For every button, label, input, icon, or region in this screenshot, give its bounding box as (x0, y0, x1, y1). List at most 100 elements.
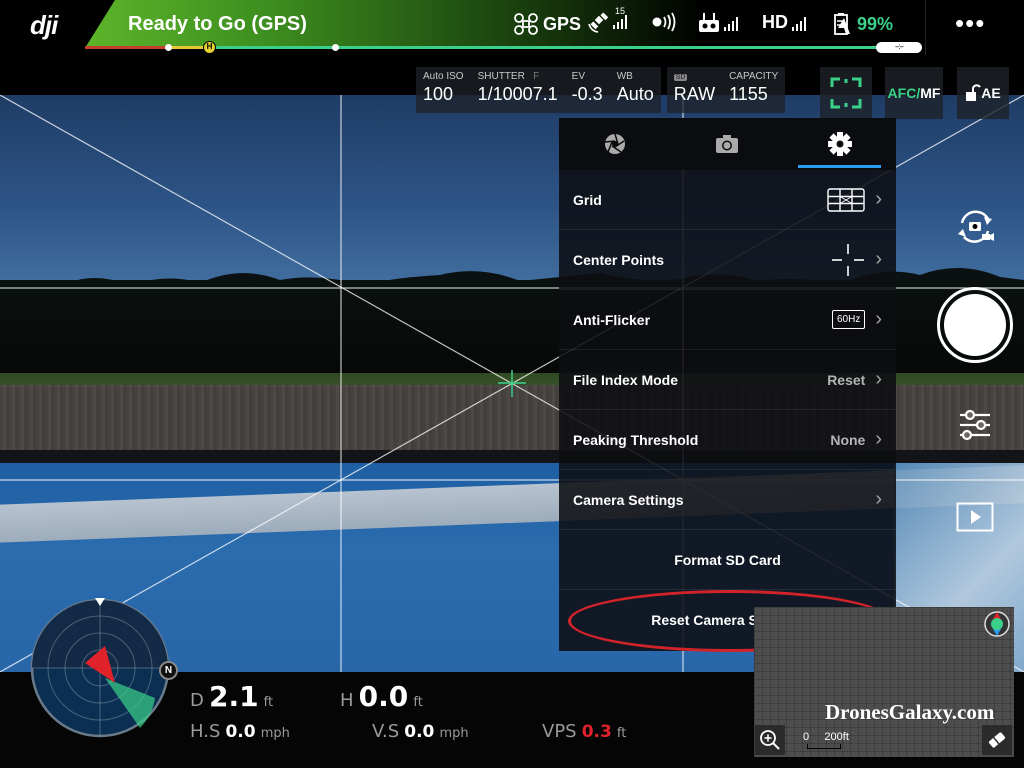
hd-signal-status[interactable]: HD (762, 12, 806, 33)
camera-settings-label: Camera Settings (573, 491, 684, 508)
satellite-icon (588, 12, 609, 33)
hd-label: HD (762, 12, 788, 32)
shutter-value: 1/10007.1 (477, 84, 558, 104)
north-indicator: N (159, 661, 178, 680)
gear-icon (827, 132, 852, 156)
scale-bar (807, 744, 841, 749)
satellite-count: 15 (615, 5, 626, 16)
dji-logo[interactable]: dji (30, 10, 58, 41)
format-sd-card-button[interactable]: Format SD Card (559, 530, 896, 590)
tab-settings[interactable] (784, 118, 896, 170)
aperture-icon (605, 133, 626, 154)
battery-status[interactable]: 99% (833, 12, 893, 36)
setting-row-file-index-mode[interactable]: File Index Mode Reset › (559, 350, 896, 410)
shutter-param[interactable]: SHUTTER F 1/10007.1 (470, 67, 565, 113)
shutter-button[interactable] (937, 287, 1013, 363)
vertical-speed-readout: V.S 0.0 mph (372, 721, 469, 742)
format-value: RAW (673, 84, 716, 104)
focus-mode-toggle[interactable]: AFC / MF (885, 67, 943, 119)
flight-status[interactable]: Ready to Go (GPS) (128, 13, 307, 36)
battery-icon (834, 13, 850, 35)
battery-bar-marker (332, 44, 339, 51)
battery-bar-marker (165, 44, 172, 51)
ae-lock-button[interactable]: AE (957, 67, 1009, 119)
camera-settings-button[interactable] (955, 405, 995, 445)
flight-time-remaining: --:-- (876, 42, 922, 53)
status-bar: dji Ready to Go (GPS) H --:-- GPS 15 HD … (0, 0, 1024, 55)
setting-row-center-points[interactable]: Center Points › (559, 230, 896, 290)
focus-area-button[interactable] (820, 67, 872, 119)
eraser-icon (988, 732, 1006, 748)
clear-path-button[interactable] (982, 725, 1012, 755)
center-points-label: Center Points (573, 251, 665, 268)
map-compass-icon[interactable] (983, 610, 1011, 638)
grid-label: Grid (573, 191, 602, 208)
chevron-right-icon: › (875, 428, 882, 450)
setting-row-camera-settings[interactable]: Camera Settings › (559, 470, 896, 530)
shutter-label: SHUTTER F (477, 71, 540, 82)
vps-readout: VPS 0.3 ft (542, 721, 627, 742)
aircraft-icon (514, 13, 538, 35)
rc-signal-bars (724, 15, 738, 31)
more-icon[interactable]: ••• (955, 8, 985, 39)
ae-label: AE (981, 85, 1001, 101)
capacity-param[interactable]: CAPACITY 1155 (722, 67, 786, 113)
horizontal-speed-readout: H.S 0.0 mph (190, 721, 290, 742)
radar-compass[interactable] (30, 598, 170, 738)
battery-percent: 99% (857, 13, 894, 34)
chevron-right-icon: › (875, 248, 882, 270)
ev-value: -0.3 (571, 84, 603, 104)
aperture-value: 7.1 (532, 84, 558, 104)
capacity-value: 1155 (729, 84, 768, 104)
rc-signal-status[interactable] (698, 12, 738, 34)
map-scale: 0 200ft (803, 731, 849, 743)
playback-button[interactable] (955, 500, 995, 534)
divider (925, 0, 926, 55)
wb-label: WB (616, 71, 633, 82)
file-index-label: File Index Mode (573, 371, 679, 388)
iso-param[interactable]: Auto ISO 100 (416, 67, 471, 113)
peaking-value: None (830, 431, 866, 448)
minimap[interactable] (754, 607, 1014, 757)
format-param[interactable]: SD RAW (666, 67, 723, 113)
remote-controller-icon (699, 13, 719, 32)
battery-bar-remaining (210, 46, 900, 49)
iso-label: Auto ISO (423, 71, 464, 82)
peaking-label: Peaking Threshold (573, 431, 699, 448)
active-tab-indicator (798, 165, 881, 168)
height-readout: H 0.0 ft (340, 680, 423, 713)
tab-photo[interactable] (671, 118, 783, 170)
photo-video-switch[interactable] (950, 205, 1000, 249)
gps-status[interactable]: GPS (513, 12, 581, 36)
wb-value: Auto (616, 84, 654, 104)
play-icon (956, 502, 994, 532)
mf-label: MF (920, 85, 941, 101)
scale-end: 200ft (824, 731, 849, 743)
setting-row-peaking-threshold[interactable]: Peaking Threshold None › (559, 410, 896, 470)
chevron-right-icon: › (875, 488, 882, 510)
watermark: DronesGalaxy.com (825, 700, 995, 724)
ev-param[interactable]: EV -0.3 (564, 67, 610, 113)
focus-frame-icon (830, 77, 862, 109)
grid-icon (827, 187, 866, 212)
setting-row-grid[interactable]: Grid › (559, 170, 896, 230)
scale-start: 0 (803, 731, 810, 743)
tab-aperture[interactable] (559, 118, 671, 170)
chevron-right-icon: › (875, 188, 882, 210)
camera-icon (716, 135, 739, 153)
iso-value: 100 (423, 84, 454, 104)
shutter-inner (944, 294, 1006, 356)
setting-row-anti-flicker[interactable]: Anti-Flicker 60Hz › (559, 290, 896, 350)
map-zoom-button[interactable] (755, 725, 785, 755)
photo-video-switch-icon (958, 210, 994, 243)
wb-param[interactable]: WB Auto (609, 67, 661, 113)
vision-sensor-icon (652, 12, 676, 32)
home-marker: H (203, 41, 216, 54)
satellite-status[interactable]: 15 (587, 6, 627, 34)
panel-tabs (559, 118, 896, 170)
battery-bar-critical (85, 46, 170, 49)
vision-sensor-status[interactable] (651, 12, 679, 32)
center-point-icon (832, 243, 865, 276)
camera-params-bar[interactable]: Auto ISO 100 SHUTTER F 1/10007.1 EV -0.3… (416, 67, 786, 113)
sliders-icon (960, 409, 990, 441)
